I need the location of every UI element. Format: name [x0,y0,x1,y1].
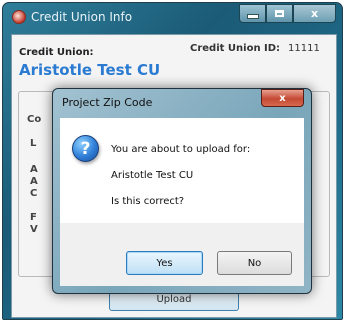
dialog-title: Project Zip Code [62,96,153,109]
maximize-button[interactable] [266,4,293,23]
credit-union-label: Credit Union: [19,47,94,58]
close-icon: x [310,7,319,20]
field-label-fragment: V [30,224,38,235]
dialog-body: ? You are about to upload for: Aristotle… [60,118,304,223]
credit-union-name: Aristotle Test CU [19,61,161,79]
field-label-fragment: F [30,212,37,223]
dialog-close-button[interactable]: x [261,89,304,107]
no-button[interactable]: No [217,251,292,275]
field-label-fragment: L [30,138,37,149]
field-label-fragment: A [30,164,38,175]
field-label-fragment: C [30,188,38,199]
close-button[interactable]: x [293,4,336,23]
credit-union-id-label: Credit Union ID: [190,43,281,54]
field-label-fragment: A [30,176,38,187]
window-title: Credit Union Info [31,10,133,24]
title-bar[interactable]: Credit Union Info x [3,3,342,33]
message-line-2: Aristotle Test CU [111,170,194,181]
credit-union-id-value: 11111 [288,43,320,54]
app-icon [12,10,26,24]
message-line-1: You are about to upload for: [111,144,251,155]
caption-buttons: x [239,4,336,24]
project-zip-code-dialog: Project Zip Code x ? You are about to up… [52,88,312,294]
message-line-3: Is this correct? [111,196,185,207]
group-label-fragment: Co [27,114,42,125]
yes-button[interactable]: Yes [126,251,203,275]
minimize-button[interactable] [239,4,266,23]
dialog-button-bar: Yes No [60,223,304,286]
close-icon: x [279,92,286,104]
minimize-icon [246,13,259,19]
question-icon: ? [72,135,99,162]
maximize-icon [275,10,284,17]
